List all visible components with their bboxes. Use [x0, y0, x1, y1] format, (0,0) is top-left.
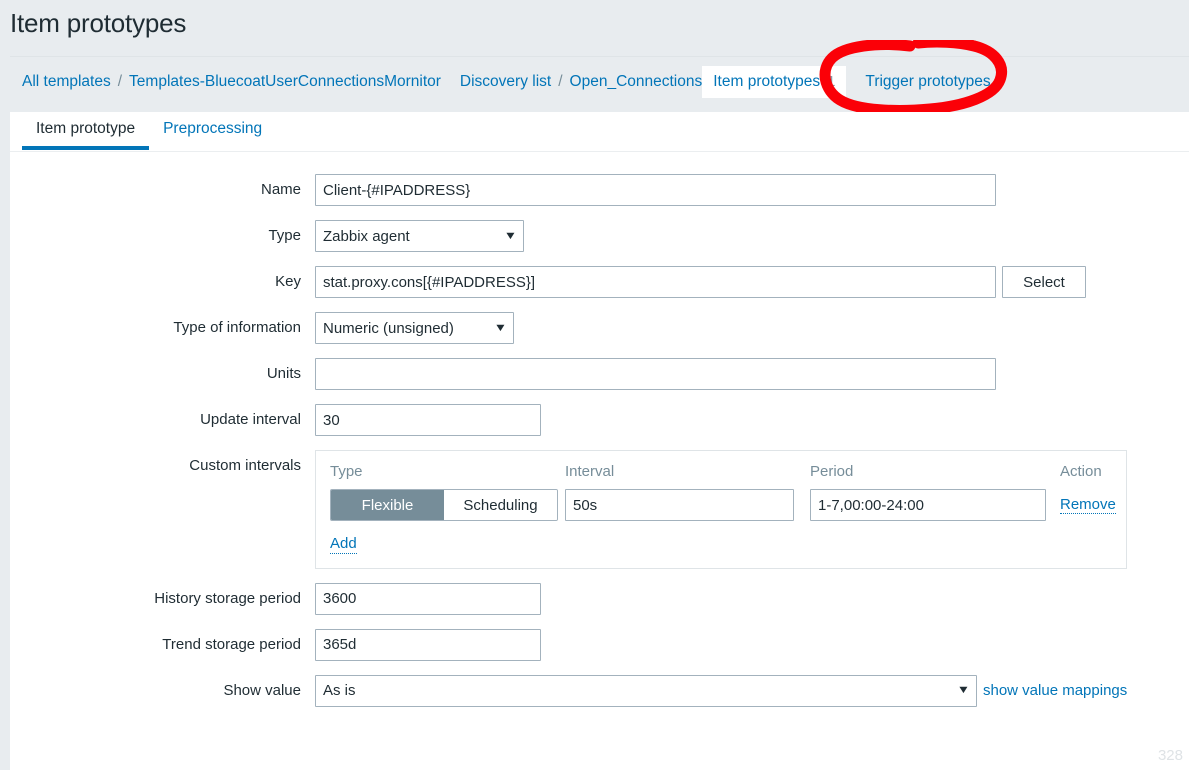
item-prototype-form: Name Type Zabbix agent ▼ Key: [10, 152, 1189, 707]
form-row-show-value: Show value As is ▼ show value mappings: [10, 674, 1189, 707]
chevron-down-icon: ▼: [956, 684, 971, 696]
interval-value-cell: [565, 489, 810, 521]
breadcrumb-item-open-connections[interactable]: Open_Connections: [570, 73, 703, 91]
column-header-period: Period: [810, 463, 854, 480]
custom-intervals-header-row: Type Interval Period Action: [330, 463, 1112, 480]
breadcrumb-separator: /: [117, 72, 123, 90]
interval-input[interactable]: [565, 489, 794, 521]
name-label: Name: [260, 181, 301, 198]
custom-intervals-table: Type Interval Period Action Flexible Sch…: [315, 450, 1127, 569]
breadcrumb-item-item-prototypes-label: Item prototypes: [713, 72, 821, 90]
update-interval-label: Update interval: [200, 411, 301, 428]
form-row-name: Name: [10, 174, 1189, 206]
history-storage-period-field-wrap: [315, 582, 541, 615]
units-label: Units: [266, 365, 301, 382]
form-row-type-of-information: Type of information Numeric (unsigned) ▼: [10, 312, 1189, 344]
show-value-field-wrap: As is ▼ show value mappings: [315, 674, 1127, 707]
breadcrumb: All templates / Templates-BluecoatUserCo…: [10, 56, 1189, 106]
form-row-units: Units: [10, 358, 1189, 390]
history-storage-period-input[interactable]: [315, 582, 541, 615]
select-key-button[interactable]: Select: [1002, 266, 1086, 298]
interval-action-cell: Remove: [1060, 496, 1130, 515]
remove-interval-link[interactable]: Remove: [1060, 496, 1116, 515]
name-field-wrap: [315, 174, 996, 206]
custom-intervals-label: Custom intervals: [189, 457, 301, 474]
form-row-type: Type Zabbix agent ▼: [10, 220, 1189, 252]
interval-type-scheduling-option[interactable]: Scheduling: [444, 490, 557, 520]
add-interval-wrap: Add: [330, 535, 1112, 554]
breadcrumb-item-discovery-list[interactable]: Discovery list: [460, 73, 551, 91]
units-input[interactable]: [315, 358, 996, 390]
chevron-down-icon: ▼: [493, 321, 508, 334]
breadcrumb-item-template[interactable]: Templates-BluecoatUserConnectionsMornito…: [129, 73, 441, 91]
history-storage-period-label: History storage period: [154, 589, 301, 607]
trend-storage-period-label: Trend storage period: [162, 635, 301, 653]
page-title: Item prototypes: [10, 8, 187, 38]
watermark-text: 328: [1157, 747, 1183, 764]
show-value-select[interactable]: As is ▼: [315, 674, 977, 707]
type-of-information-value: Numeric (unsigned): [323, 319, 454, 337]
breadcrumb-item-item-prototypes-count: 1: [827, 72, 836, 90]
trend-storage-period-field-wrap: [315, 628, 541, 661]
type-of-information-select[interactable]: Numeric (unsigned) ▼: [315, 312, 514, 344]
type-label: Type: [268, 227, 301, 244]
type-select[interactable]: Zabbix agent ▼: [315, 220, 524, 252]
form-row-key: Key Select: [10, 266, 1189, 298]
form-row-history-storage-period: History storage period: [10, 582, 1189, 615]
column-header-type: Type: [330, 463, 363, 480]
add-interval-link[interactable]: Add: [330, 535, 357, 554]
form-row-custom-intervals: Custom intervals Type Interval Period Ac…: [10, 450, 1189, 569]
trend-storage-period-input[interactable]: [315, 628, 541, 661]
type-of-information-field-wrap: Numeric (unsigned) ▼: [315, 312, 514, 344]
period-input[interactable]: [810, 489, 1046, 521]
breadcrumb-item-all-templates[interactable]: All templates: [22, 73, 111, 91]
column-header-action: Action: [1060, 463, 1102, 480]
custom-interval-row: Flexible Scheduling Remove: [330, 489, 1116, 521]
app-root: Item prototypes All templates / Template…: [0, 0, 1189, 770]
key-label: Key: [275, 273, 301, 290]
interval-type-cell: Flexible Scheduling: [330, 489, 565, 521]
show-value-label: Show value: [223, 681, 301, 699]
key-input[interactable]: [315, 266, 996, 298]
update-interval-field-wrap: [315, 404, 541, 436]
show-value-mappings-link[interactable]: show value mappings: [983, 682, 1127, 699]
chevron-down-icon: ▼: [503, 229, 518, 242]
form-row-update-interval: Update interval: [10, 404, 1189, 436]
key-field-wrap: Select: [315, 266, 1086, 298]
units-field-wrap: [315, 358, 996, 390]
tab-bar: Item prototype Preprocessing: [10, 112, 1189, 152]
show-value-select-value: As is: [323, 682, 356, 699]
tab-item-prototype[interactable]: Item prototype: [22, 112, 150, 150]
type-field-wrap: Zabbix agent ▼: [315, 220, 524, 252]
interval-period-cell: [810, 489, 1060, 521]
breadcrumb-item-item-prototypes[interactable]: Item prototypes 1: [702, 65, 847, 98]
form-row-trend-storage-period: Trend storage period: [10, 628, 1189, 661]
interval-type-toggle[interactable]: Flexible Scheduling: [330, 489, 558, 521]
interval-type-flexible-option[interactable]: Flexible: [331, 490, 444, 520]
type-select-value: Zabbix agent: [323, 227, 410, 245]
content-card: Item prototype Preprocessing Name Type Z…: [10, 112, 1189, 770]
column-header-interval: Interval: [565, 463, 615, 480]
tab-preprocessing[interactable]: Preprocessing: [149, 112, 276, 150]
breadcrumb-item-trigger-prototypes[interactable]: Trigger prototypes: [865, 73, 990, 91]
type-of-information-label: Type of information: [173, 319, 301, 336]
update-interval-input[interactable]: [315, 404, 541, 436]
name-input[interactable]: [315, 174, 996, 206]
breadcrumb-separator-2: /: [558, 72, 563, 90]
